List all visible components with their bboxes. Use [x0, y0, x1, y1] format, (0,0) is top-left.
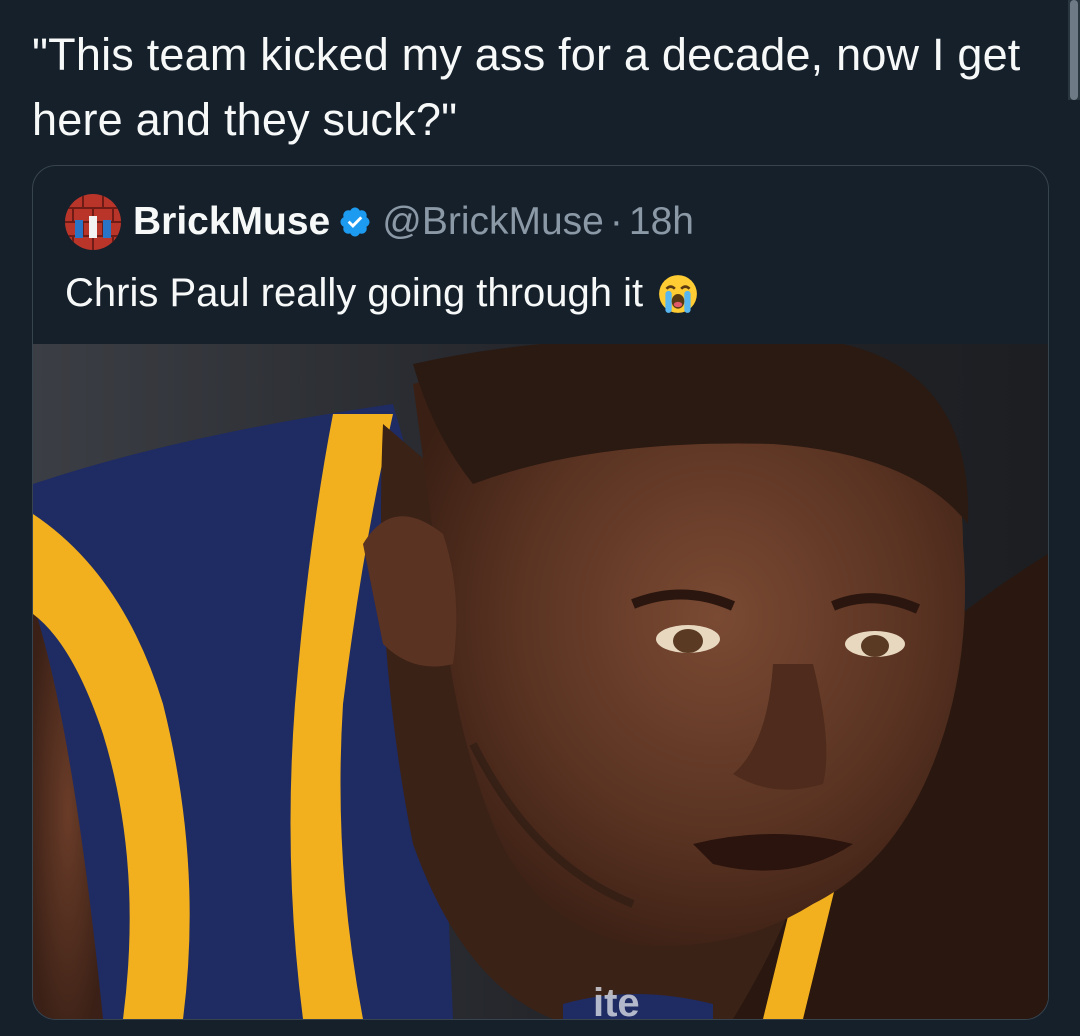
- display-name[interactable]: BrickMuse: [133, 200, 330, 244]
- quoted-tweet-text: Chris Paul really going through it: [65, 271, 644, 315]
- basketball-player-photo[interactable]: ite: [33, 344, 1048, 1019]
- avatar[interactable]: [65, 194, 121, 250]
- scrollbar-thumb[interactable]: [1070, 0, 1078, 100]
- tweet-text: "This team kicked my ass for a decade, n…: [32, 29, 1021, 145]
- timestamp[interactable]: 18h: [629, 200, 694, 244]
- loudly-crying-face-icon: [659, 274, 697, 313]
- quoted-tweet-body: Chris Paul really going through it: [65, 271, 699, 316]
- svg-text:ite: ite: [593, 981, 640, 1019]
- handle[interactable]: @BrickMuse: [382, 200, 604, 244]
- separator-dot: ·: [609, 200, 623, 243]
- quoted-tweet-header: BrickMuse @BrickMuse · 18h: [65, 194, 694, 250]
- verified-badge-icon: [340, 207, 370, 237]
- quoted-tweet-card[interactable]: BrickMuse @BrickMuse · 18h Chris Paul re…: [32, 165, 1049, 1020]
- scrollbar[interactable]: [1068, 0, 1080, 100]
- brick-wall-avatar-icon: [65, 194, 121, 250]
